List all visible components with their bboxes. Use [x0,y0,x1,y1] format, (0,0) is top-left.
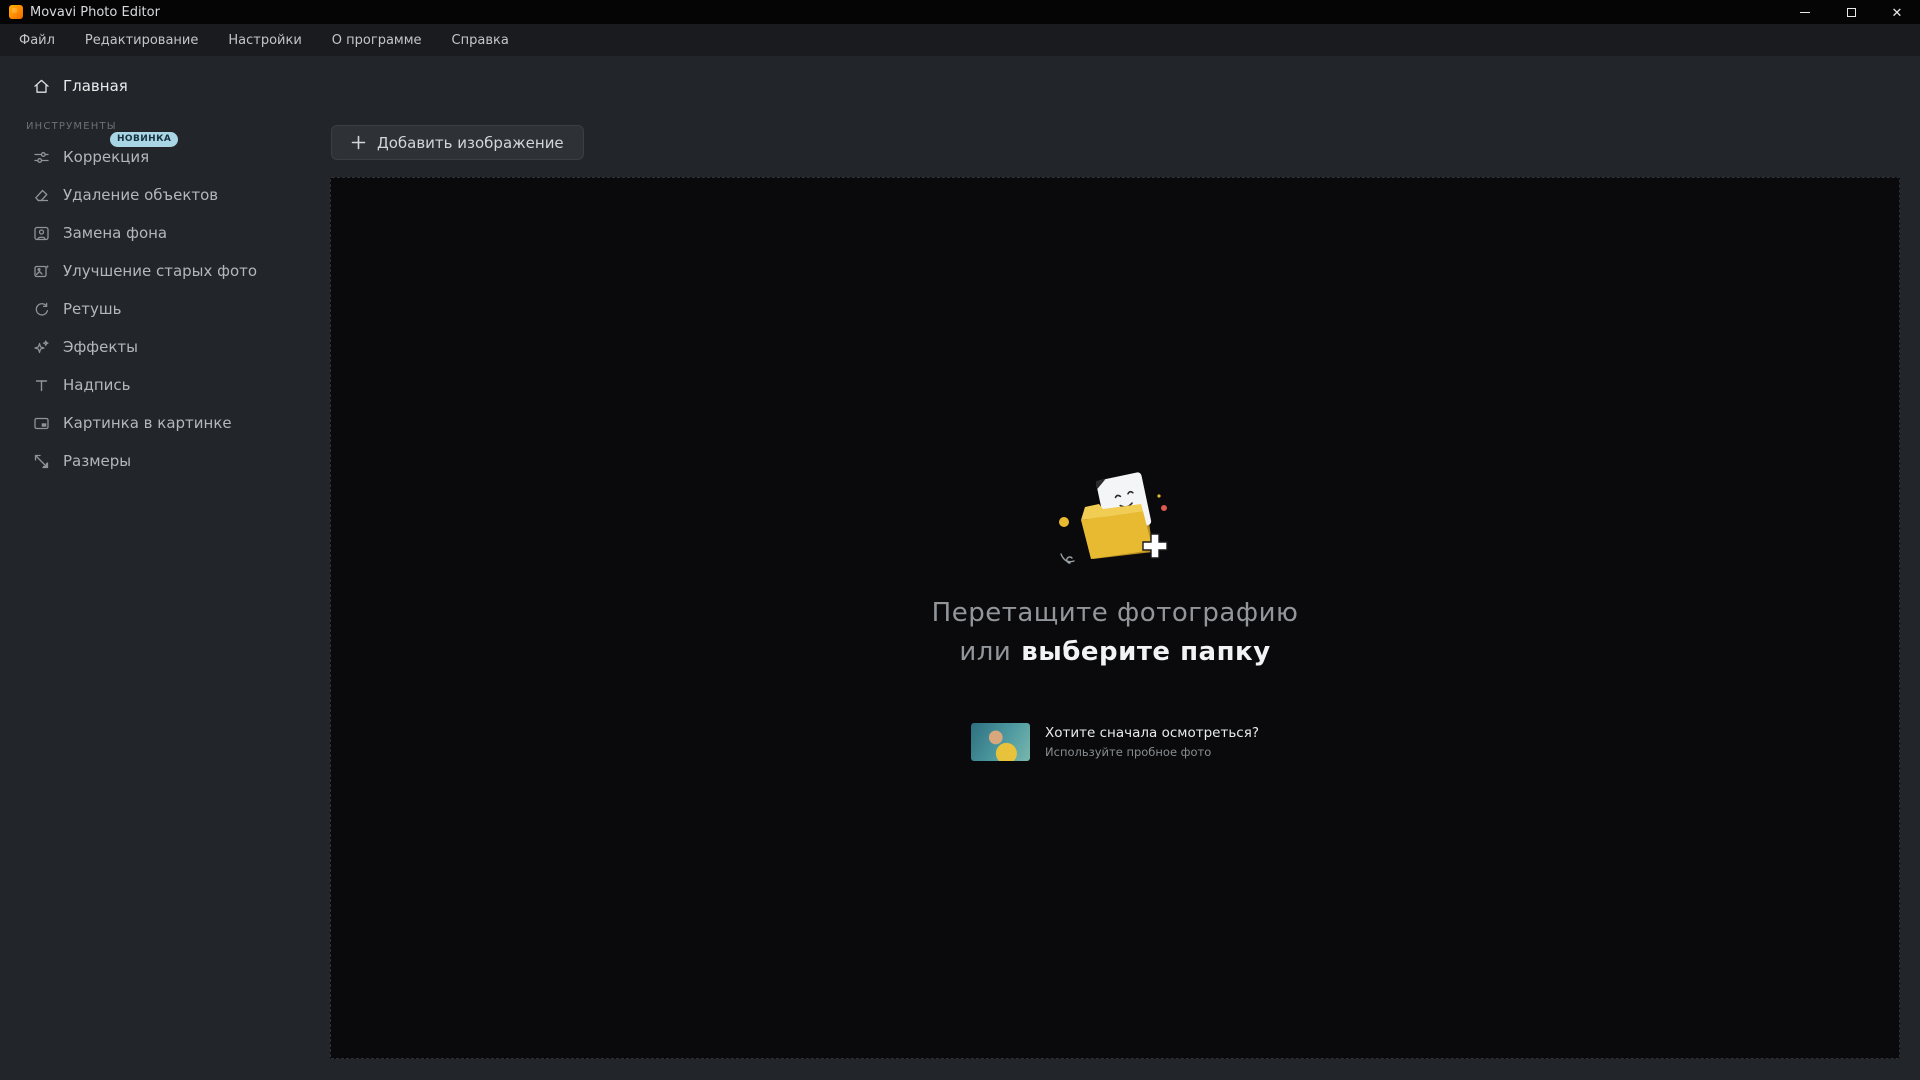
trial-photo-title: Хотите сначала осмотреться? [1045,725,1259,741]
close-icon: ✕ [1892,6,1903,19]
eraser-icon [33,187,50,204]
sidebar-item-restore-old-photos[interactable]: Улучшение старых фото [0,252,330,290]
menu-about[interactable]: О программе [317,24,437,56]
sidebar: Главная ИНСТРУМЕНТЫ НОВИНКА Коррекция Уд… [0,56,330,1080]
add-image-label: Добавить изображение [377,134,564,152]
minimize-icon [1800,12,1810,13]
close-button[interactable]: ✕ [1874,0,1920,24]
sidebar-item-label: Замена фона [63,224,167,242]
app-body: Главная ИНСТРУМЕНТЫ НОВИНКА Коррекция Уд… [0,56,1920,1080]
sidebar-item-label: Коррекция [63,148,149,166]
sidebar-section-tools: ИНСТРУМЕНТЫ [0,121,330,132]
maximize-button[interactable] [1828,0,1874,24]
trial-photo-row[interactable]: Хотите сначала осмотреться? Используйте … [971,723,1259,761]
choose-folder-link[interactable]: выберите папку [1021,637,1270,667]
sidebar-item-label: Улучшение старых фото [63,262,257,280]
sidebar-item-label: Главная [63,77,128,95]
sidebar-item-label: Эффекты [63,338,138,356]
window-controls: ✕ [1782,0,1920,24]
menubar: Файл Редактирование Настройки О программ… [0,24,1920,56]
sidebar-item-resize[interactable]: Размеры [0,442,330,480]
main-area: Добавить изображение [330,56,1920,1080]
retouch-icon [33,301,50,318]
dropzone-hint-prefix: или [959,637,1011,667]
background-person-icon [33,225,50,242]
trial-photo-thumbnail[interactable] [971,723,1030,761]
add-image-button[interactable]: Добавить изображение [331,125,584,160]
sidebar-item-picture-in-picture[interactable]: Картинка в картинке [0,404,330,442]
folder-illustration-icon [1031,458,1199,582]
minimize-button[interactable] [1782,0,1828,24]
sidebar-item-text[interactable]: Надпись [0,366,330,404]
titlebar: Movavi Photo Editor ✕ [0,0,1920,24]
dropzone-hint-secondary: или выберите папку [959,637,1270,667]
sidebar-item-retouch[interactable]: Ретушь [0,290,330,328]
text-icon [33,377,50,394]
plus-icon [351,135,366,150]
adjust-sliders-icon [33,149,50,166]
dropzone-content: Перетащите фотографию или выберите папку… [331,458,1899,761]
sidebar-item-object-removal[interactable]: Удаление объектов [0,176,330,214]
sparkles-icon [33,339,50,356]
trial-photo-text: Хотите сначала осмотреться? Используйте … [1045,725,1259,759]
sidebar-item-label: Удаление объектов [63,186,218,204]
sidebar-item-label: Картинка в картинке [63,414,232,432]
menu-file[interactable]: Файл [4,24,70,56]
sidebar-item-correction[interactable]: НОВИНКА Коррекция [0,138,330,176]
movavi-logo-icon [9,5,23,19]
photo-restore-icon [33,263,50,280]
sidebar-item-background-replace[interactable]: Замена фона [0,214,330,252]
picture-in-picture-icon [33,415,50,432]
window-title: Movavi Photo Editor [30,5,160,20]
home-icon [33,78,50,95]
sidebar-item-label: Надпись [63,376,131,394]
sidebar-item-label: Размеры [63,452,131,470]
sidebar-item-label: Ретушь [63,300,121,318]
new-badge: НОВИНКА [110,132,178,147]
sidebar-item-home[interactable]: Главная [0,67,330,105]
dropzone-hint-primary: Перетащите фотографию [932,598,1299,628]
menu-help[interactable]: Справка [437,24,524,56]
sidebar-item-effects[interactable]: Эффекты [0,328,330,366]
menu-edit[interactable]: Редактирование [70,24,213,56]
menu-settings[interactable]: Настройки [213,24,316,56]
resize-icon [33,453,50,470]
maximize-icon [1847,8,1856,17]
image-dropzone[interactable]: Перетащите фотографию или выберите папку… [330,177,1900,1059]
trial-photo-subtitle: Используйте пробное фото [1045,745,1259,759]
